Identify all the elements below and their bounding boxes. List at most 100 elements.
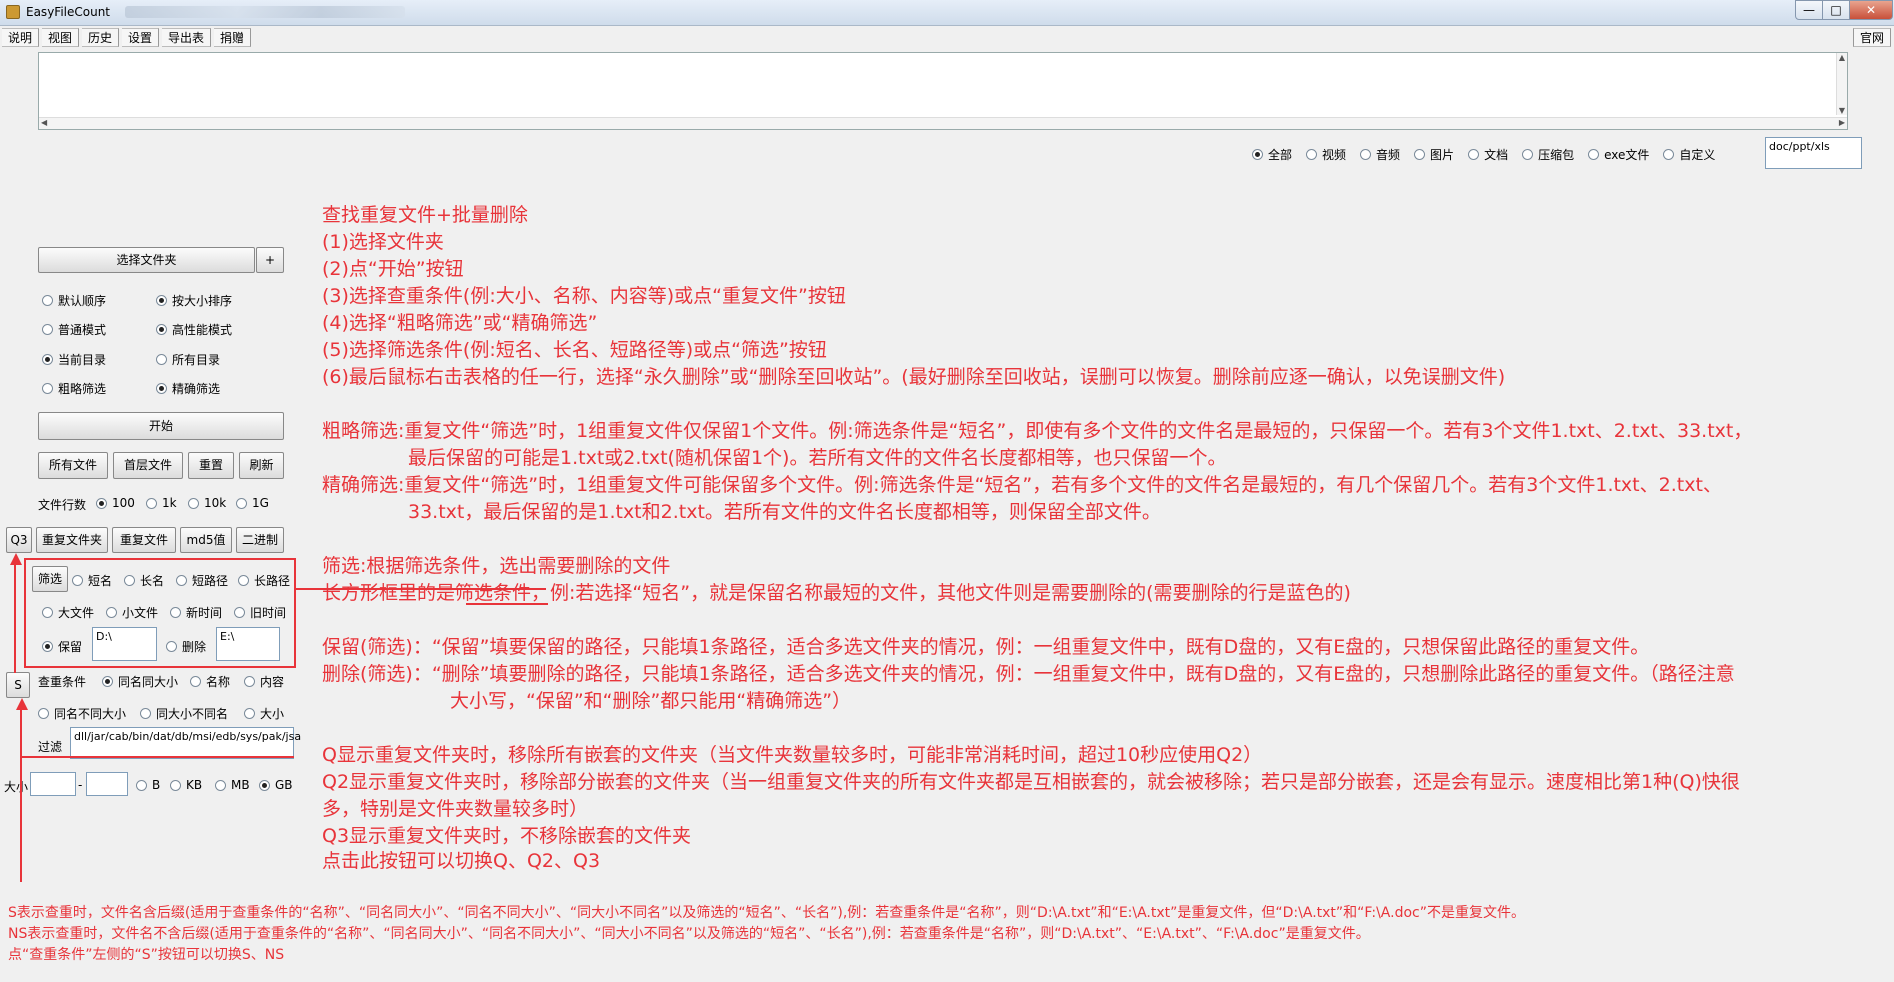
custom-type-input[interactable]: doc/ppt/xls [1765,137,1862,169]
q-mode-button[interactable]: Q3 [6,527,32,553]
filter-button[interactable]: 筛选 [32,566,68,592]
menu-donate[interactable]: 捐赠 [214,28,252,47]
rows-10k-radio[interactable]: 10k [188,496,226,510]
select-folder-button[interactable]: 选择文件夹 [38,247,255,273]
note-delete-1: 删除(筛选)：“删除”填要删除的路径，只能填1条路径，适合多选文件夹的情况，例：… [322,663,1735,685]
type-archive-radio[interactable]: 压缩包 [1522,146,1574,163]
menu-website[interactable]: 官网 [1853,28,1892,47]
note-step-6: (6)最后鼠标右击表格的任一行，选择“永久删除”或“删除至回收站”。(最好删除至… [322,366,1506,388]
menu-help[interactable]: 说明 [2,28,40,47]
s-ns-toggle-button[interactable]: S [6,672,30,698]
type-doc-radio[interactable]: 文档 [1468,146,1508,163]
note-s: S表示查重时，文件名含后缀(适用于查重条件的“名称”、“同名同大小”、“同名不同… [8,905,1525,921]
order-size-radio[interactable]: 按大小排序 [156,292,232,309]
filter-new-time-radio[interactable]: 新时间 [170,604,222,621]
note-s-toggle: 点“查重条件”左侧的“S”按钮可以切换S、NS [8,947,285,963]
filter-extensions-input[interactable]: dll/jar/cab/bin/dat/db/msi/edb/sys/pak/j… [70,727,301,759]
binary-button[interactable]: 二进制 [236,527,284,553]
keep-radio[interactable]: 保留 [42,638,82,655]
note-step-4: (4)选择“粗略筛选”或“精确筛选” [322,312,598,334]
size-dash: - [78,778,83,792]
refresh-button[interactable]: 刷新 [239,452,284,479]
cond-same-size-diff-name-radio[interactable]: 同大小不同名 [140,705,228,722]
minimize-button[interactable]: — [1795,0,1823,20]
menu-settings[interactable]: 设置 [122,28,160,47]
rows-1g-radio[interactable]: 1G [236,496,269,510]
unit-mb-radio[interactable]: MB [215,778,250,792]
type-custom-radio[interactable]: 自定义 [1663,146,1715,163]
rows-label: 文件行数 [38,498,87,512]
cond-label: 查重条件 [38,675,87,689]
note-q2: Q2显示重复文件夹时，移除部分嵌套的文件夹（当一组重复文件夹的所有文件夹都是互相… [322,771,1740,793]
s-arrow-head [16,698,28,710]
note-ns: NS表示查重时，文件名不含后缀(适用于查重条件的“名称”、“同名同大小”、“同名… [8,926,1370,942]
note-q-toggle: 点击此按钮可以切换Q、Q2、Q3 [322,850,601,872]
size-label: 大小 [4,780,29,794]
dir-current-radio[interactable]: 当前目录 [42,351,106,368]
s-arrow-line [20,704,22,882]
filter-old-time-radio[interactable]: 旧时间 [234,604,286,621]
note-exact-1: 精确筛选:重复文件“筛选”时，1组重复文件可能保留多个文件。例:筛选条件是“短名… [322,474,1722,496]
rows-100-radio[interactable]: 100 [96,496,135,510]
delete-path-input[interactable]: E:\ [216,627,280,661]
mode-normal-radio[interactable]: 普通模式 [42,321,106,338]
note-rough-1: 粗略筛选:重复文件“筛选”时，1组重复文件仅保留1个文件。例:筛选条件是“短名”… [322,420,1753,442]
md5-button[interactable]: md5值 [180,527,232,553]
keep-path-input[interactable]: D:\ [92,627,157,661]
note-step-1: (1)选择文件夹 [322,231,444,253]
vertical-scrollbar[interactable]: ▲ ▼ [1836,53,1847,115]
menu-view[interactable]: 视图 [42,28,80,47]
note-step-3: (3)选择查重条件(例:大小、名称、内容等)或点“重复文件”按钮 [322,285,846,307]
filter-short-name-radio[interactable]: 短名 [72,572,112,589]
unit-b-radio[interactable]: B [136,778,160,792]
filter-long-name-radio[interactable]: 长名 [124,572,164,589]
start-button[interactable]: 开始 [38,412,284,440]
top-level-files-button[interactable]: 首层文件 [113,452,183,479]
menu-export[interactable]: 导出表 [162,28,212,47]
unit-kb-radio[interactable]: KB [170,778,202,792]
file-type-group: 全部 视频 音频 图片 文档 压缩包 exe文件 自定义 [1252,146,1715,163]
type-exe-radio[interactable]: exe文件 [1588,146,1649,163]
all-files-button[interactable]: 所有文件 [38,452,108,479]
rows-1k-radio[interactable]: 1k [146,496,177,510]
filter-exact-radio[interactable]: 精确筛选 [156,380,220,397]
duplicate-files-button[interactable]: 重复文件 [112,527,176,553]
q3-arrow-head [10,553,22,565]
horizontal-scrollbar[interactable]: ◀ ▶ [39,117,1847,129]
delete-radio[interactable]: 删除 [166,638,206,655]
blurred-title-path [125,6,405,18]
cond-content-radio[interactable]: 内容 [244,673,284,690]
dir-all-radio[interactable]: 所有目录 [156,351,220,368]
window-title: EasyFileCount [26,5,111,19]
maximize-button[interactable]: □ [1822,0,1850,20]
size-min-input[interactable] [30,772,76,796]
cond-name-radio[interactable]: 名称 [190,673,230,690]
filter-ext-label: 过滤 [38,740,63,754]
reset-button[interactable]: 重置 [188,452,234,479]
unit-gb-radio[interactable]: GB [259,778,293,792]
note-title: 查找重复文件+批量删除 [322,204,528,226]
type-all-radio[interactable]: 全部 [1252,146,1292,163]
cond-size-radio[interactable]: 大小 [244,705,284,722]
type-video-radio[interactable]: 视频 [1306,146,1346,163]
filter-rough-radio[interactable]: 粗略筛选 [42,380,106,397]
close-button[interactable]: ✕ [1849,0,1893,20]
q3-arrow-line [14,563,16,673]
note-delete-2: 大小写，“保留”和“删除”都只能用“精确筛选”） [450,690,852,712]
type-audio-radio[interactable]: 音频 [1360,146,1400,163]
order-default-radio[interactable]: 默认顺序 [42,292,106,309]
mode-performance-radio[interactable]: 高性能模式 [156,321,232,338]
cond-same-name-size-radio[interactable]: 同名同大小 [102,673,178,690]
cond-same-name-diff-size-radio[interactable]: 同名不同大小 [38,705,126,722]
menu-history[interactable]: 历史 [82,28,120,47]
filter-short-path-radio[interactable]: 短路径 [176,572,228,589]
filter-large-file-radio[interactable]: 大文件 [42,604,94,621]
duplicate-folders-button[interactable]: 重复文件夹 [36,527,108,553]
filter-small-file-radio[interactable]: 小文件 [106,604,158,621]
size-max-input[interactable] [86,772,128,796]
note-keep: 保留(筛选)：“保留”填要保留的路径，只能填1条路径，适合多选文件夹的情况，例：… [322,636,1650,658]
filter-long-path-radio[interactable]: 长路径 [238,572,290,589]
type-image-radio[interactable]: 图片 [1414,146,1454,163]
note-exact-2: 33.txt，最后保留的是1.txt和2.txt。若所有文件的文件名长度都相等，… [408,501,1161,523]
add-folder-button[interactable]: + [256,247,284,273]
